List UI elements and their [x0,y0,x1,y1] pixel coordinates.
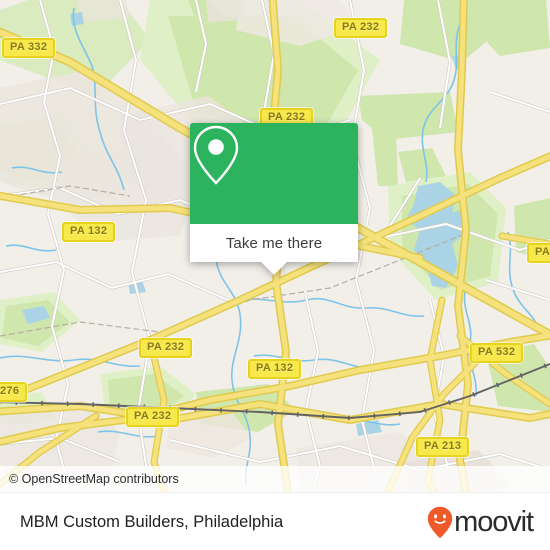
moovit-wordmark: moovit [454,505,534,538]
attribution-text[interactable]: © OpenStreetMap contributors [0,472,179,486]
road-shield[interactable]: PA 332 [2,38,56,58]
moovit-pin-smiley-icon [427,506,453,538]
road-shield[interactable]: PA 232 [334,18,388,38]
place-title: MBM Custom Builders, Philadelphia [20,512,284,531]
map-canvas[interactable]: PA 332 PA 232 PA 232 PA 132 PA PA 232 PA… [0,0,550,492]
road-shield[interactable]: PA 232 [126,407,180,427]
map-pin-icon [193,125,239,185]
road-shield[interactable]: 276 [0,382,28,402]
popup-footer[interactable]: Take me there [190,224,358,275]
road-shield[interactable]: PA 532 [470,343,524,363]
road-shield[interactable]: PA 132 [62,222,116,242]
road-shield[interactable]: PA 232 [139,338,193,358]
map-attribution-bar: © OpenStreetMap contributors [0,466,550,492]
page-footer: MBM Custom Builders, Philadelphia moovit [0,492,550,550]
map-screenshot: PA 332 PA 232 PA 232 PA 132 PA PA 232 PA… [0,0,550,550]
road-shield[interactable]: PA 213 [416,437,470,457]
moovit-logo[interactable]: moovit [427,506,550,539]
location-popup[interactable]: Take me there [190,123,358,275]
take-me-there-label: Take me there [225,234,323,252]
road-shield[interactable]: PA [527,243,550,263]
popup-tail-pointer [261,262,287,275]
road-shield[interactable]: PA 132 [248,359,302,379]
popup-header [190,123,358,224]
